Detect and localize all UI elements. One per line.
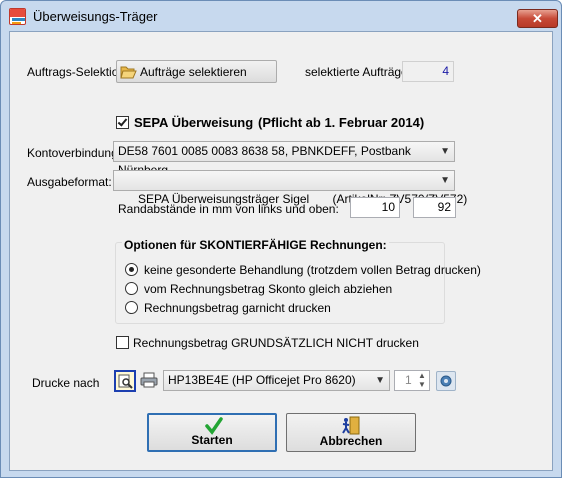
select-orders-button[interactable]: Aufträge selektieren — [116, 60, 277, 83]
printer-button[interactable] — [140, 371, 160, 391]
format-label: Ausgabeformat: — [27, 175, 112, 189]
dialog-window: Überweisungs-Träger ✕ Auftrags-Selektion… — [0, 0, 562, 478]
spin-arrows-icon: ▲ ▼ — [418, 371, 426, 389]
never-print-amount-label: Rechnungsbetrag GRUNDSÄTZLICH NICHT druc… — [133, 336, 419, 350]
start-button[interactable]: Starten — [147, 413, 277, 452]
dialog-content: Auftrags-Selektion Aufträge selektieren … — [9, 31, 553, 471]
exit-door-icon — [342, 416, 360, 435]
margins-label: Randabstände in mm von links und oben: — [118, 202, 339, 216]
app-icon — [9, 8, 26, 25]
printer-settings-button[interactable] — [436, 371, 456, 391]
chevron-down-icon: ▼ — [375, 375, 385, 386]
sepa-label: SEPA Überweisung — [134, 115, 254, 130]
sepa-checkbox[interactable] — [116, 116, 129, 129]
start-button-label: Starten — [191, 433, 233, 447]
cancel-button-label: Abbrechen — [319, 434, 383, 448]
options-title: Optionen für SKONTIERFÄHIGE Rechnungen: — [122, 238, 389, 252]
option-label-full-amount: keine gesonderte Behandlung (trotzdem vo… — [144, 263, 481, 277]
printer-icon — [140, 372, 158, 388]
select-orders-button-label: Aufträge selektieren — [140, 65, 247, 79]
checkmark-icon — [117, 116, 128, 127]
printer-select-value: HP13BE4E (HP Officejet Pro 8620) — [168, 373, 356, 387]
selection-label: Auftrags-Selektion — [27, 65, 126, 79]
never-print-amount-checkbox[interactable] — [116, 336, 129, 349]
option-radio-no-amount[interactable] — [125, 301, 138, 314]
gear-icon — [440, 375, 452, 387]
sepa-note: (Pflicht ab 1. Februar 2014) — [258, 115, 425, 130]
print-preview-icon — [118, 374, 133, 389]
option-radio-deduct-skonto[interactable] — [125, 282, 138, 295]
print-preview-button[interactable] — [114, 370, 136, 392]
selected-orders-label: selektierte Aufträge: — [305, 65, 412, 79]
cancel-button[interactable]: Abbrechen — [286, 413, 416, 452]
copies-stepper[interactable]: 1 ▲ ▼ — [394, 370, 430, 391]
option-radio-full-amount[interactable] — [125, 263, 138, 276]
chevron-down-icon: ▼ — [440, 146, 450, 157]
account-label: Kontoverbindung: — [27, 146, 122, 160]
title-bar[interactable]: Überweisungs-Träger ✕ — [1, 1, 561, 31]
print-to-label: Drucke nach — [32, 376, 100, 390]
option-label-no-amount: Rechnungsbetrag garnicht drucken — [144, 301, 331, 315]
window-title: Überweisungs-Träger — [33, 9, 158, 24]
folder-open-icon — [120, 66, 137, 79]
selected-orders-count: 4 — [402, 61, 454, 82]
account-select[interactable]: DE58 7601 0085 0083 8638 58, PBNKDEFF, P… — [113, 141, 455, 177]
margin-left-input[interactable]: 10 — [350, 197, 400, 218]
printer-select[interactable]: HP13BE4E (HP Officejet Pro 8620) ▼ — [163, 370, 390, 391]
chevron-down-icon: ▼ — [440, 175, 450, 186]
option-label-deduct-skonto: vom Rechnungsbetrag Skonto gleich abzieh… — [144, 282, 393, 296]
copies-value: 1 — [405, 373, 412, 387]
close-button[interactable]: ✕ — [517, 9, 558, 28]
format-select[interactable]: SEPA Überweisungsträger Sigel (ArtikelNr… — [113, 170, 467, 206]
margin-top-input[interactable]: 92 — [413, 197, 456, 218]
